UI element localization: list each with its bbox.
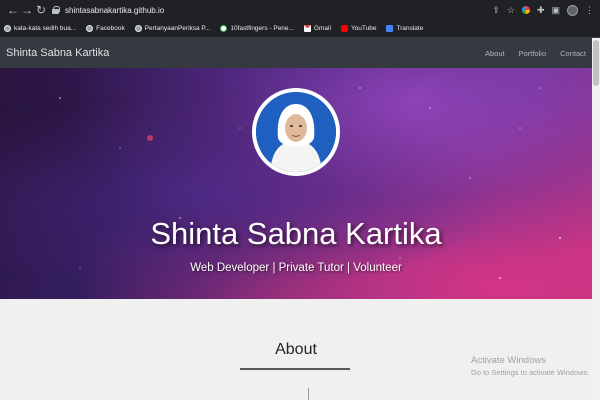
youtube-icon	[340, 25, 348, 32]
tenfastfingers-icon	[220, 25, 228, 32]
hero-tagline: Web Developer | Private Tutor | Voluntee…	[190, 262, 402, 274]
profile-photo	[256, 92, 336, 172]
nav-contact[interactable]: Contact	[560, 49, 586, 58]
site-navbar: Shinta Sabna Kartika About Portfolio Con…	[0, 38, 592, 68]
bookmark-kata-kata[interactable]: kata-kata sedih bua...	[4, 25, 76, 32]
gmail-icon	[303, 25, 311, 32]
nav-portfolio[interactable]: Portfolio	[519, 49, 547, 58]
translate-icon	[386, 25, 394, 32]
watermark-subtitle: Go to Settings to activate Windows.	[471, 368, 590, 377]
colorful-extension-icon[interactable]	[521, 6, 530, 14]
bookmark-youtube[interactable]: YouTube	[340, 25, 377, 32]
hero-name: Shinta Sabna Kartika	[150, 216, 442, 251]
toolbar-actions: ⇪ ☆ ✚ ▣ ⋮	[492, 4, 594, 16]
address-bar[interactable]: shintasabnakartika.github.io	[52, 2, 164, 18]
profile-avatar-icon[interactable]	[567, 4, 578, 16]
bookmark-label: kata-kata sedih bua...	[14, 25, 77, 32]
bookmark-label: YouTube	[350, 25, 377, 32]
about-section: About Activate Windows Go to Settings to…	[0, 299, 592, 400]
about-divider	[240, 368, 350, 370]
bookmark-label: Gmail	[313, 25, 331, 32]
activate-windows-watermark: Activate Windows Go to Settings to activ…	[471, 355, 589, 377]
globe-icon	[134, 25, 142, 32]
bookmark-translate[interactable]: Translate	[386, 25, 423, 32]
bookmarks-bar: kata-kata sedih bua... Facebook Pertanya…	[0, 20, 600, 38]
nav-about[interactable]: About	[485, 49, 505, 58]
bookmark-gmail[interactable]: Gmail	[303, 25, 331, 32]
page-scrollbar[interactable]	[592, 38, 600, 400]
bookmark-label: PertanyaanPeriksa P...	[144, 25, 211, 32]
lock-icon[interactable]	[52, 6, 60, 14]
profile-photo-frame	[252, 88, 340, 176]
about-content-line	[308, 388, 309, 400]
bookmark-label: Translate	[396, 25, 424, 32]
kebab-menu-icon[interactable]: ⋮	[585, 5, 594, 15]
star-icon[interactable]: ☆	[507, 5, 515, 15]
watermark-title: Activate Windows	[471, 355, 546, 366]
bookmark-facebook[interactable]: Facebook	[86, 25, 125, 32]
back-arrow-icon[interactable]: ←	[6, 3, 20, 17]
bookmark-label: 10fastfingers - Pene...	[230, 25, 294, 32]
browser-toolbar: ← → ↻ shintasabnakartika.github.io ⇪ ☆ ✚…	[0, 0, 600, 20]
scrollbar-thumb[interactable]	[593, 40, 599, 86]
hero-section: Shinta Sabna Kartika Web Developer | Pri…	[0, 68, 592, 299]
puzzle-extensions-icon[interactable]: ✚	[537, 5, 545, 15]
reload-icon[interactable]: ↻	[34, 3, 48, 17]
nav-links: About Portfolio Contact	[485, 49, 586, 58]
globe-icon	[86, 25, 94, 32]
side-panel-icon[interactable]: ▣	[551, 5, 560, 15]
url-text: shintasabnakartika.github.io	[65, 5, 165, 15]
brand-link[interactable]: Shinta Sabna Kartika	[6, 47, 109, 59]
bookmark-pertanyaan[interactable]: PertanyaanPeriksa P...	[134, 25, 211, 32]
profile-photo-illustration	[256, 92, 336, 172]
globe-icon	[4, 25, 11, 32]
share-icon[interactable]: ⇪	[492, 5, 500, 15]
bookmark-label: Facebook	[96, 25, 125, 32]
bookmark-10fastfingers[interactable]: 10fastfingers - Pene...	[220, 25, 294, 32]
forward-arrow-icon[interactable]: →	[20, 3, 34, 17]
